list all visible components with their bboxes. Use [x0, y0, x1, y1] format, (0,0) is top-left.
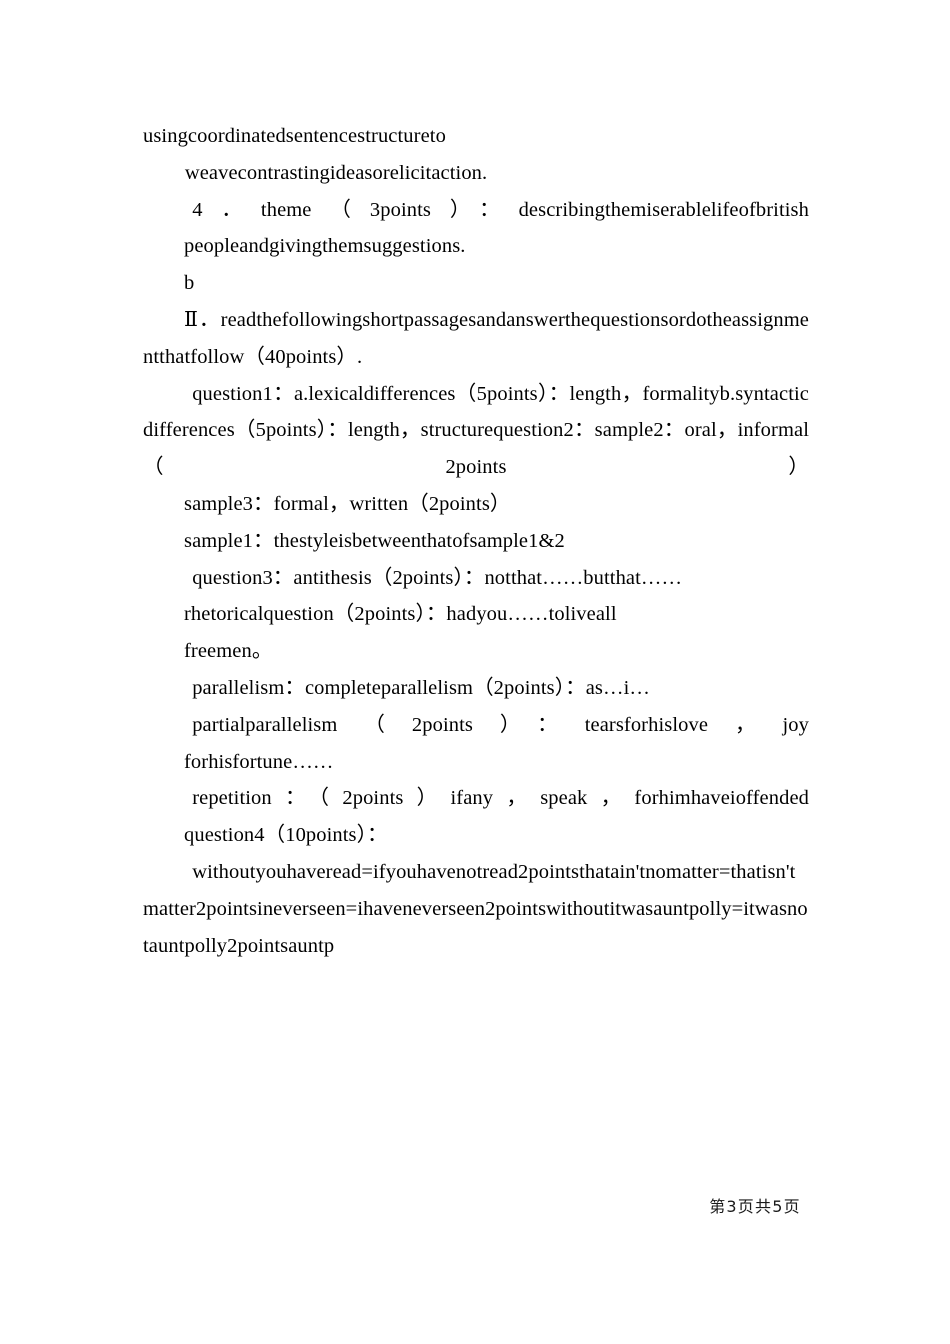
- paragraph-question1: question1：a.lexicaldifferences（5points）：…: [143, 382, 809, 479]
- document-page: usingcoordinatedsentencestructureto weav…: [0, 0, 950, 1344]
- paragraph-section-two: Ⅱ．readthefollowingshortpassagesandanswer…: [143, 308, 809, 368]
- paragraph-parallelism: parallelism：completeparallelism（2points）…: [192, 676, 650, 699]
- paragraph-question3: question3：antithesis（2points）：notthat……b…: [192, 566, 683, 589]
- document-body: usingcoordinatedsentencestructureto weav…: [143, 118, 809, 964]
- paragraph-b: b: [184, 272, 195, 295]
- paragraph-for-his-fortune: forhisfortune……: [184, 750, 334, 773]
- paragraph-sample3: sample3：formal，written（2points）: [184, 492, 511, 515]
- paragraph-partial-parallelism: partialparallelism（2points）：tearsforhisl…: [192, 713, 809, 736]
- paragraph-question4: question4（10points）：: [184, 824, 388, 847]
- paragraph-rhetorical-question: rhetoricalquestion（2points）：hadyou……toli…: [184, 603, 617, 626]
- paragraph-theme: 4．theme（3points）：describingthemiserablel…: [192, 198, 809, 221]
- page-footer: 第3页共5页: [0, 1196, 950, 1218]
- page-number-label: 第3页共5页: [709, 1197, 801, 1216]
- paragraph-question4-answers: withoutyouhaveread=ifyouhavenotread2poin…: [143, 860, 808, 957]
- paragraph-using-coordinated: usingcoordinatedsentencestructureto weav…: [143, 125, 488, 184]
- paragraph-freemen: freemen。: [184, 640, 273, 663]
- paragraph-people-suggestions: peopleandgivingthemsuggestions.: [184, 235, 466, 258]
- paragraph-repetition: repetition：（2points）ifany，speak，forhimha…: [192, 787, 809, 810]
- paragraph-sample1: sample1：thestyleisbetweenthatofsample1&2: [184, 529, 565, 552]
